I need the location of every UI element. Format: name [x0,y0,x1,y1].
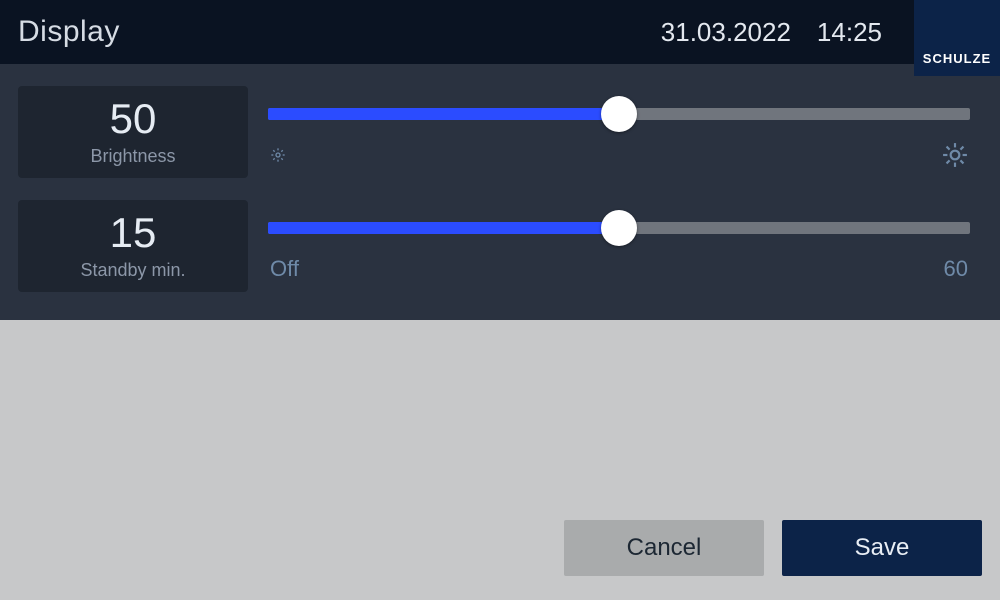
cancel-button[interactable]: Cancel [564,520,764,576]
header-date: 31.03.2022 [661,17,791,48]
page-title: Display [18,15,120,49]
standby-slider-area: Off 60 [268,210,982,282]
standby-min-label: Off [270,256,299,282]
settings-panel: 50 Brightness [0,64,1000,320]
standby-slider[interactable] [268,210,970,246]
brightness-value: 50 [110,98,157,140]
standby-row: 15 Standby min. Off 60 [18,200,982,292]
brightness-row: 50 Brightness [18,86,982,178]
standby-max-label: 60 [944,256,968,282]
save-button[interactable]: Save [782,520,982,576]
brightness-value-box: 50 Brightness [18,86,248,178]
brightness-low-icon [270,147,286,163]
brightness-label: Brightness [90,146,175,167]
standby-value: 15 [110,212,157,254]
header: Display 31.03.2022 14:25 SCHULZE [0,0,1000,64]
standby-slider-thumb[interactable] [601,210,637,246]
brightness-slider-thumb[interactable] [601,96,637,132]
brand-badge: SCHULZE [914,0,1000,76]
footer: Cancel Save [0,520,1000,600]
brightness-slider[interactable] [268,96,970,132]
brightness-slider-area [268,96,982,168]
standby-value-box: 15 Standby min. [18,200,248,292]
standby-label: Standby min. [80,260,185,281]
brightness-high-icon [942,142,968,168]
header-time: 14:25 [817,17,882,48]
